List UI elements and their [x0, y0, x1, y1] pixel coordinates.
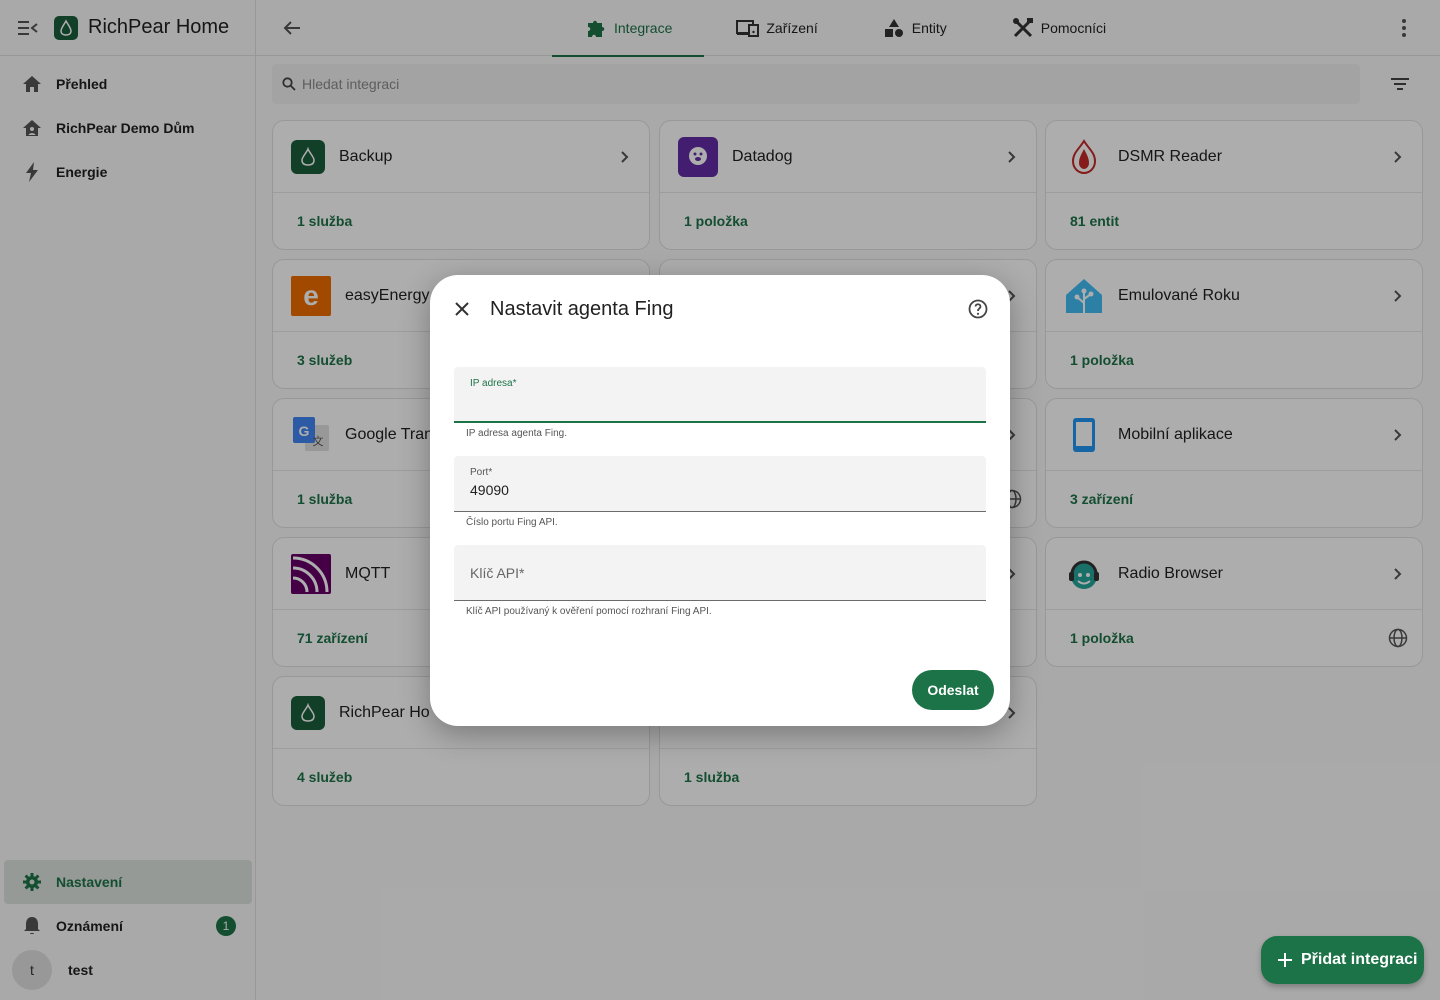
ip-address-input[interactable]	[470, 393, 970, 409]
submit-button[interactable]: Odeslat	[912, 670, 994, 710]
field-helper: Klíč API používaný k ověření pomocí rozh…	[466, 606, 712, 617]
port-input[interactable]	[470, 482, 970, 498]
add-integration-button[interactable]: Přidat integraci	[1261, 936, 1424, 984]
dialog-title: Nastavit agenta Fing	[490, 298, 674, 320]
help-circle-icon[interactable]	[966, 297, 990, 321]
close-icon[interactable]	[450, 297, 474, 321]
add-integration-label: Přidat integraci	[1301, 951, 1418, 968]
field-label: Klíč API*	[470, 565, 525, 581]
port-field[interactable]: Port*	[454, 456, 986, 512]
plus-icon	[1273, 948, 1297, 972]
field-label: Port*	[470, 467, 493, 478]
config-dialog: Nastavit agenta Fing IP adresa* IP adres…	[430, 275, 1010, 726]
api-key-field[interactable]: Klíč API*	[454, 545, 986, 601]
field-helper: Číslo portu Fing API.	[466, 517, 558, 528]
field-helper: IP adresa agenta Fing.	[466, 428, 567, 439]
field-label: IP adresa*	[470, 378, 517, 389]
ip-address-field[interactable]: IP adresa*	[454, 367, 986, 423]
